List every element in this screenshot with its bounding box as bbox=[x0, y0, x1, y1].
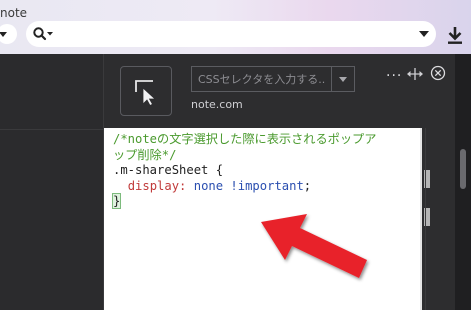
code-comment-line-2: ップ削除*/ bbox=[113, 147, 177, 162]
code-selector: .m-shareSheet { bbox=[113, 163, 224, 178]
close-icon[interactable] bbox=[430, 65, 446, 81]
resize-icon[interactable] bbox=[406, 66, 424, 82]
download-icon[interactable] bbox=[444, 24, 466, 46]
address-bar[interactable] bbox=[26, 21, 436, 47]
code-semicolon: ; bbox=[303, 178, 312, 193]
divider bbox=[0, 129, 103, 130]
browser-toolbar: note bbox=[0, 0, 471, 54]
site-host: note.com bbox=[191, 98, 243, 111]
search-icon bbox=[33, 27, 53, 41]
editor-margin bbox=[420, 128, 422, 310]
address-dropdown-icon[interactable] bbox=[419, 31, 429, 37]
selector-dropdown-button[interactable] bbox=[331, 66, 355, 92]
code-declaration-line: display: none !important; bbox=[113, 179, 413, 195]
code-value: none !important bbox=[193, 178, 304, 193]
divider bbox=[425, 128, 426, 310]
more-icon[interactable]: ··· bbox=[386, 68, 402, 84]
page-scrollbar[interactable] bbox=[455, 54, 471, 310]
code-comment-line-1: /*noteの文字選択した際に表示されるポップア bbox=[113, 132, 377, 146]
code-property: display: bbox=[127, 178, 187, 193]
page-content bbox=[0, 54, 103, 310]
picker-cursor-icon bbox=[135, 80, 157, 106]
css-selector-input[interactable] bbox=[191, 66, 331, 92]
code-content[interactable]: /*noteの文字選択した際に表示されるポップア ップ削除*/ .m-share… bbox=[111, 132, 413, 210]
annotation-arrow-icon bbox=[261, 214, 367, 278]
tab-title[interactable]: note bbox=[0, 6, 27, 20]
scrollbar-thumb[interactable] bbox=[460, 149, 466, 189]
code-close-brace: } bbox=[111, 193, 122, 210]
tab-dropdown-button[interactable] bbox=[0, 24, 17, 44]
element-picker-button[interactable] bbox=[120, 66, 172, 116]
